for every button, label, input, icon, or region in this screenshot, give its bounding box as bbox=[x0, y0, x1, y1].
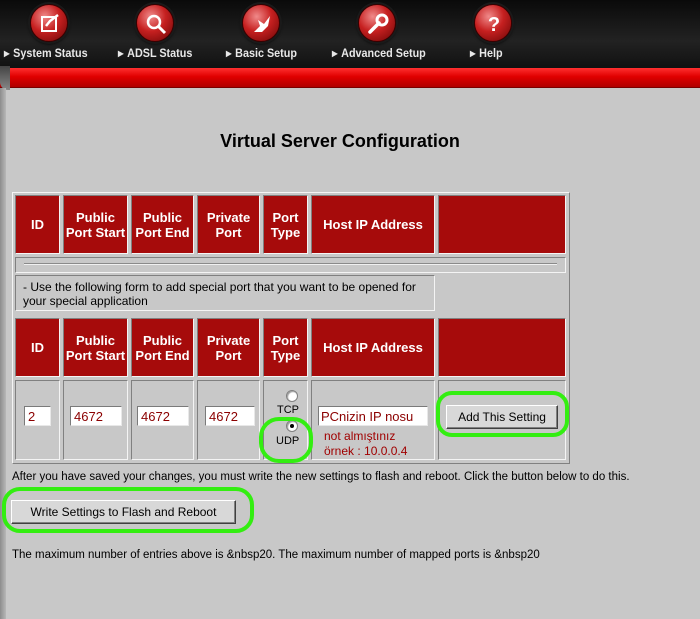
status-icon bbox=[30, 4, 68, 42]
wrench-icon bbox=[358, 4, 396, 42]
separator-line bbox=[24, 263, 557, 265]
private-port-input[interactable] bbox=[205, 406, 255, 426]
save-note: After you have saved your changes, you m… bbox=[12, 471, 630, 483]
pointer-hand-icon bbox=[242, 4, 280, 42]
header-host-ip: Host IP Address bbox=[311, 318, 435, 377]
header-private-port: Private Port bbox=[197, 195, 260, 254]
public-port-start-input[interactable] bbox=[70, 406, 122, 426]
nav-advanced-setup[interactable]: ▶ Advanced Setup bbox=[332, 0, 452, 66]
header-port-type: Port Type bbox=[263, 318, 308, 377]
accent-bar-corner bbox=[0, 66, 10, 90]
nav-help[interactable]: ? ▶ Help bbox=[470, 0, 530, 66]
header-id: ID bbox=[15, 195, 60, 254]
nav-label: ▶ System Status bbox=[4, 46, 88, 60]
table-separator bbox=[15, 257, 566, 273]
nav-label: ▶ Help bbox=[470, 46, 503, 60]
label-tcp: TCP bbox=[277, 404, 299, 416]
header-public-port-end: Public Port End bbox=[131, 195, 194, 254]
radio-tcp[interactable] bbox=[286, 390, 298, 402]
add-setting-button[interactable]: Add This Setting bbox=[446, 405, 558, 429]
info-text: - Use the following form to add special … bbox=[23, 280, 416, 308]
header-private-port: Private Port bbox=[197, 318, 260, 377]
write-flash-reboot-button[interactable]: Write Settings to Flash and Reboot bbox=[11, 500, 236, 524]
port-type-cell: TCP UDP bbox=[263, 380, 308, 460]
page-title: Virtual Server Configuration bbox=[220, 131, 460, 151]
header-public-port-end: Public Port End bbox=[131, 318, 194, 377]
header-host-ip: Host IP Address bbox=[311, 195, 435, 254]
public-port-end-cell bbox=[131, 380, 194, 460]
nav-label: ▶ ADSL Status bbox=[118, 46, 193, 60]
nav-label: ▶ Basic Setup bbox=[226, 46, 297, 60]
magnifier-icon bbox=[136, 4, 174, 42]
info-cell: - Use the following form to add special … bbox=[15, 275, 435, 311]
radio-udp[interactable] bbox=[286, 420, 298, 432]
header-public-port-start: Public Port Start bbox=[63, 195, 128, 254]
public-port-start-cell bbox=[63, 380, 128, 460]
label-udp: UDP bbox=[276, 435, 300, 447]
id-cell bbox=[15, 380, 60, 460]
header-action bbox=[438, 318, 566, 377]
nav-system-status[interactable]: ▶ System Status bbox=[4, 0, 114, 66]
public-port-end-input[interactable] bbox=[137, 406, 189, 426]
question-icon: ? bbox=[474, 4, 512, 42]
virtual-server-table: ID Public Port Start Public Port End Pri… bbox=[12, 192, 570, 464]
nav-label: ▶ Advanced Setup bbox=[332, 46, 426, 60]
nav-basic-setup[interactable]: ▶ Basic Setup bbox=[226, 0, 336, 66]
host-ip-cell: not almıştınız örnek : 10.0.0.4 bbox=[311, 380, 435, 460]
left-frame-edge bbox=[0, 88, 6, 619]
accent-bar bbox=[0, 68, 700, 88]
host-ip-input[interactable] bbox=[318, 406, 428, 426]
top-navigation: ▶ System Status ▶ ADSL Status ▶ Basic Setup… bbox=[0, 0, 700, 68]
host-note-line2: örnek : 10.0.0.4 bbox=[324, 444, 408, 458]
header-id: ID bbox=[15, 318, 60, 377]
svg-text:?: ? bbox=[488, 14, 500, 36]
id-input[interactable] bbox=[24, 406, 51, 426]
max-entries-note: The maximum number of entries above is &… bbox=[12, 549, 540, 561]
nav-adsl-status[interactable]: ▶ ADSL Status bbox=[118, 0, 228, 66]
action-cell: Add This Setting bbox=[438, 380, 566, 460]
header-public-port-start: Public Port Start bbox=[63, 318, 128, 377]
private-port-cell bbox=[197, 380, 260, 460]
host-note-line1: not almıştınız bbox=[324, 429, 396, 443]
header-action bbox=[438, 195, 566, 254]
header-port-type: Port Type bbox=[263, 195, 308, 254]
